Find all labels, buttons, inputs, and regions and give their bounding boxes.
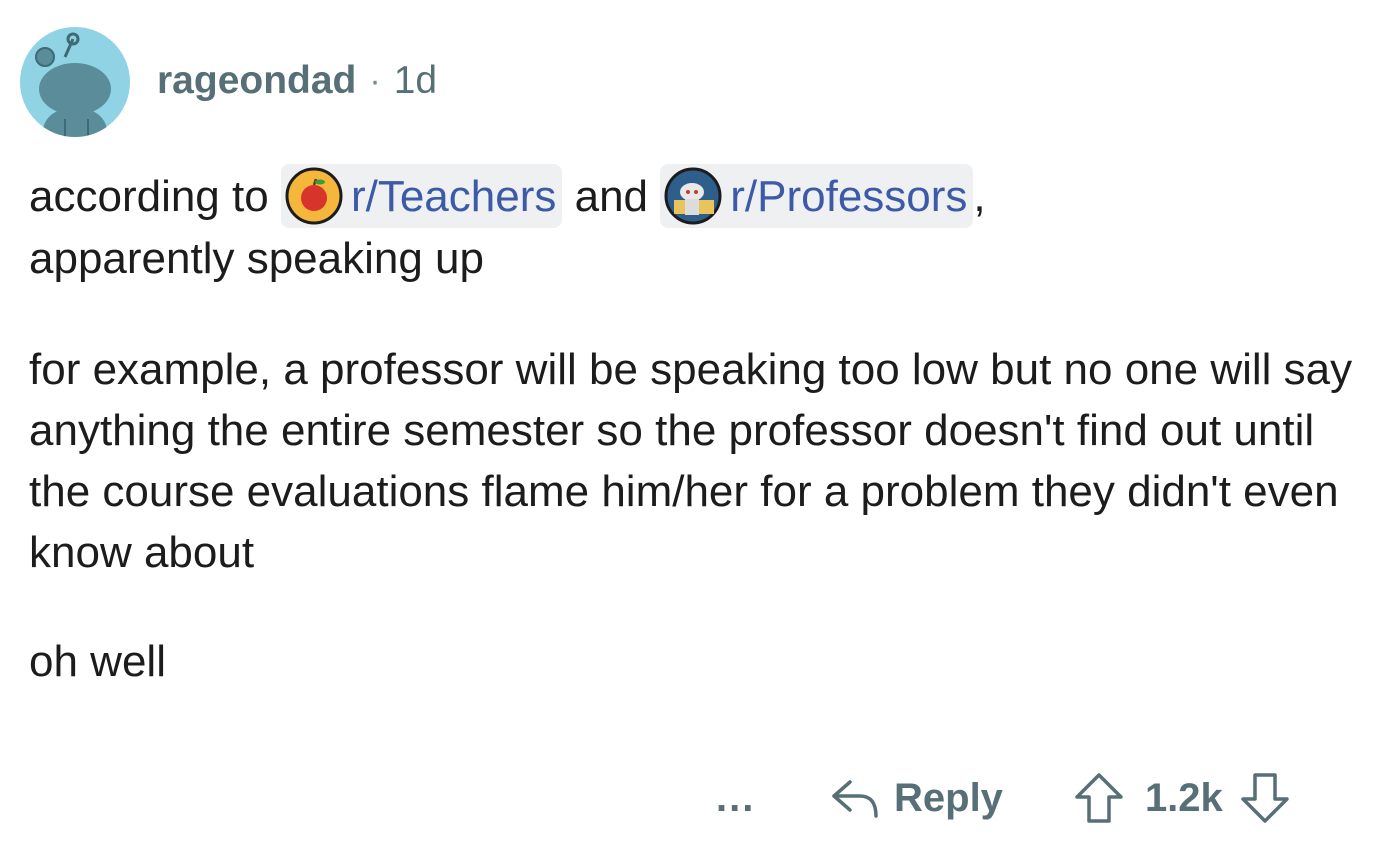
snoo-professor-icon xyxy=(664,167,722,225)
user-avatar[interactable] xyxy=(20,27,130,137)
vote-count: 1.2k xyxy=(1144,775,1223,820)
text-segment: according to xyxy=(29,172,269,221)
snoo-avatar-icon xyxy=(35,32,111,137)
subreddit-name: r/Teachers xyxy=(350,171,557,221)
text-segment: apparently speaking up xyxy=(29,234,484,284)
text-segment: , xyxy=(973,172,986,221)
comment-meta: rageondad · 1d xyxy=(157,59,437,103)
vote-controls: 1.2k xyxy=(1073,771,1291,825)
apple-icon xyxy=(285,167,343,225)
upvote-arrow-icon[interactable] xyxy=(1073,771,1125,825)
subreddit-link-professors[interactable]: r/Professors xyxy=(660,164,974,229)
comment-paragraph-2: for example, a professor will be speakin… xyxy=(29,345,1353,578)
subreddit-name: r/Professors xyxy=(730,171,968,221)
username-link[interactable]: rageondad xyxy=(157,59,356,103)
downvote-arrow-icon[interactable] xyxy=(1239,771,1291,825)
reply-arrow-icon xyxy=(832,780,878,818)
reply-button[interactable]: Reply xyxy=(830,776,1003,821)
more-options-button[interactable]: ... xyxy=(716,776,806,821)
comment-body: according to r/Teachers and r/Professors… xyxy=(29,164,1359,692)
reply-label: Reply xyxy=(894,775,1003,820)
comment-header: rageondad · 1d xyxy=(20,26,437,138)
comment-actions: ... Reply 1.2k xyxy=(710,768,1360,828)
meta-separator: · xyxy=(369,61,381,100)
text-segment: and xyxy=(574,172,649,221)
comment-paragraph-1: according to r/Teachers and r/Professors… xyxy=(29,164,1359,289)
subreddit-link-teachers[interactable]: r/Teachers xyxy=(280,164,563,229)
comment-age: 1d xyxy=(393,59,438,102)
comment-paragraph-3: oh well xyxy=(29,637,166,687)
